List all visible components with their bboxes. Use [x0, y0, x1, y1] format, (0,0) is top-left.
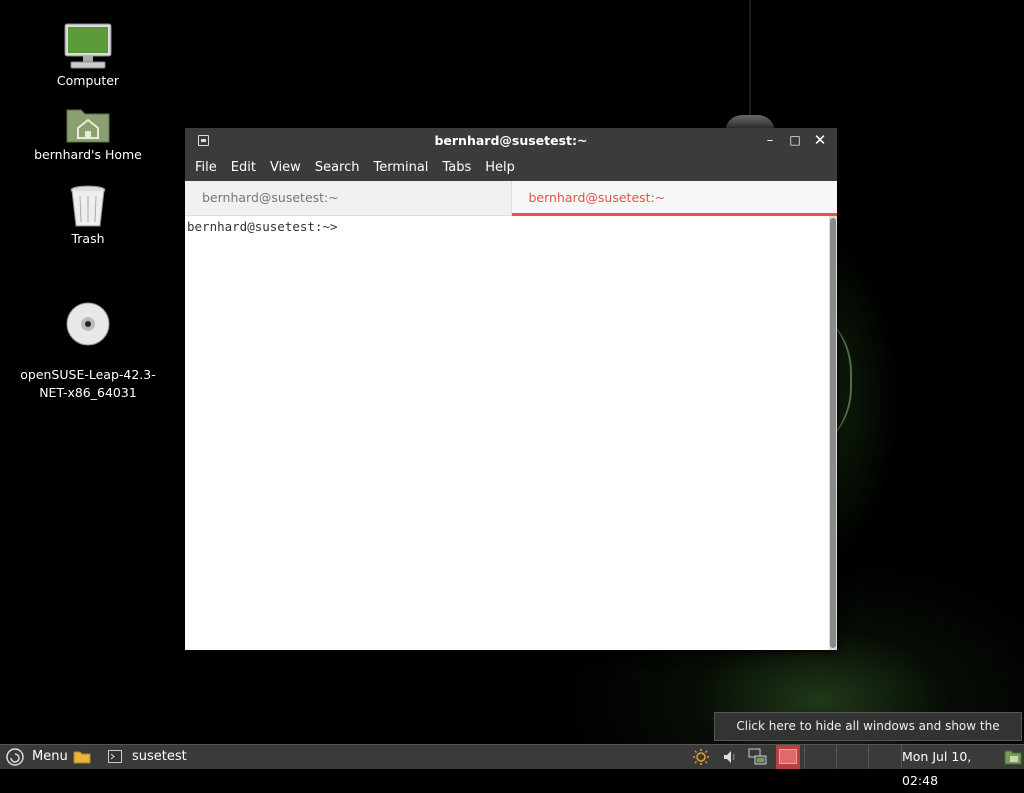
- desktop-icon-label: openSUSE-Leap-42.3- NET-x86_64031: [20, 367, 156, 400]
- menubar: File Edit View Search Terminal Tabs Help: [185, 153, 837, 181]
- desktop-icon-disc[interactable]: openSUSE-Leap-42.3- NET-x86_64031: [13, 284, 163, 402]
- clock[interactable]: Mon Jul 10, 02:48: [902, 745, 1002, 788]
- menu-terminal[interactable]: Terminal: [366, 160, 435, 175]
- menu-view[interactable]: View: [263, 160, 308, 175]
- taskbar-item-terminal[interactable]: susetest: [104, 745, 194, 769]
- computer-icon: [64, 23, 112, 69]
- minimize-icon[interactable]: –: [761, 128, 779, 153]
- scrollbar[interactable]: [829, 216, 837, 650]
- menu-tabs[interactable]: Tabs: [435, 160, 478, 175]
- terminal-window[interactable]: bernhard@susetest:~ – □ ✕ File Edit View…: [185, 128, 837, 650]
- scrollbar-thumb[interactable]: [830, 218, 836, 648]
- close-icon[interactable]: ✕: [811, 128, 829, 153]
- folder-icon[interactable]: [73, 750, 91, 764]
- menu-help[interactable]: Help: [478, 160, 522, 175]
- desktop-icon-trash[interactable]: Trash: [13, 184, 163, 248]
- desktop-icon-label: bernhard's Home: [34, 147, 142, 162]
- trash-icon: [70, 185, 106, 227]
- optical-disc-icon: [66, 302, 110, 346]
- window-titlebar[interactable]: bernhard@susetest:~ – □ ✕: [185, 128, 837, 153]
- menu-button[interactable]: Menu: [2, 745, 68, 769]
- wallpaper-wire: [749, 0, 751, 120]
- menu-search[interactable]: Search: [308, 160, 367, 175]
- desktop-icon-computer[interactable]: Computer: [13, 22, 163, 90]
- desktop-icon-label: Computer: [56, 73, 120, 88]
- menu-label: Menu: [32, 749, 68, 764]
- workspace-switcher[interactable]: [776, 745, 800, 769]
- maximize-icon[interactable]: □: [786, 128, 804, 153]
- tab-1[interactable]: bernhard@susetest:~: [185, 181, 511, 215]
- tab-bar: bernhard@susetest:~ bernhard@susetest:~: [185, 181, 837, 216]
- window-title: bernhard@susetest:~: [434, 133, 588, 148]
- tab-2[interactable]: bernhard@susetest:~: [510, 181, 837, 216]
- menu-edit[interactable]: Edit: [224, 160, 263, 175]
- home-folder-icon: [66, 109, 110, 143]
- workspace-4[interactable]: [868, 745, 902, 769]
- terminal-prompt: bernhard@susetest:~>: [187, 219, 338, 234]
- workspace-3[interactable]: [836, 745, 869, 769]
- desktop-icon-label: Trash: [71, 231, 105, 246]
- bottom-panel: Menu susetest Mon Jul 10, 02:48: [0, 744, 1024, 788]
- menu-file[interactable]: File: [188, 160, 224, 175]
- show-desktop-tooltip: Click here to hide all windows and show …: [714, 712, 1022, 760]
- show-desktop-icon[interactable]: [1004, 748, 1022, 765]
- workspace-2[interactable]: [804, 745, 837, 769]
- terminal-icon: [108, 750, 122, 763]
- terminal-area[interactable]: bernhard@susetest:~>: [185, 216, 829, 650]
- volume-icon[interactable]: [722, 749, 738, 765]
- taskbar-item-label: susetest: [132, 749, 187, 764]
- workspace-icon: [779, 749, 797, 764]
- network-icon[interactable]: [748, 748, 768, 766]
- brightness-icon[interactable]: [692, 748, 710, 766]
- desktop-icon-home[interactable]: bernhard's Home: [13, 104, 163, 164]
- mint-menu-icon: [6, 748, 24, 766]
